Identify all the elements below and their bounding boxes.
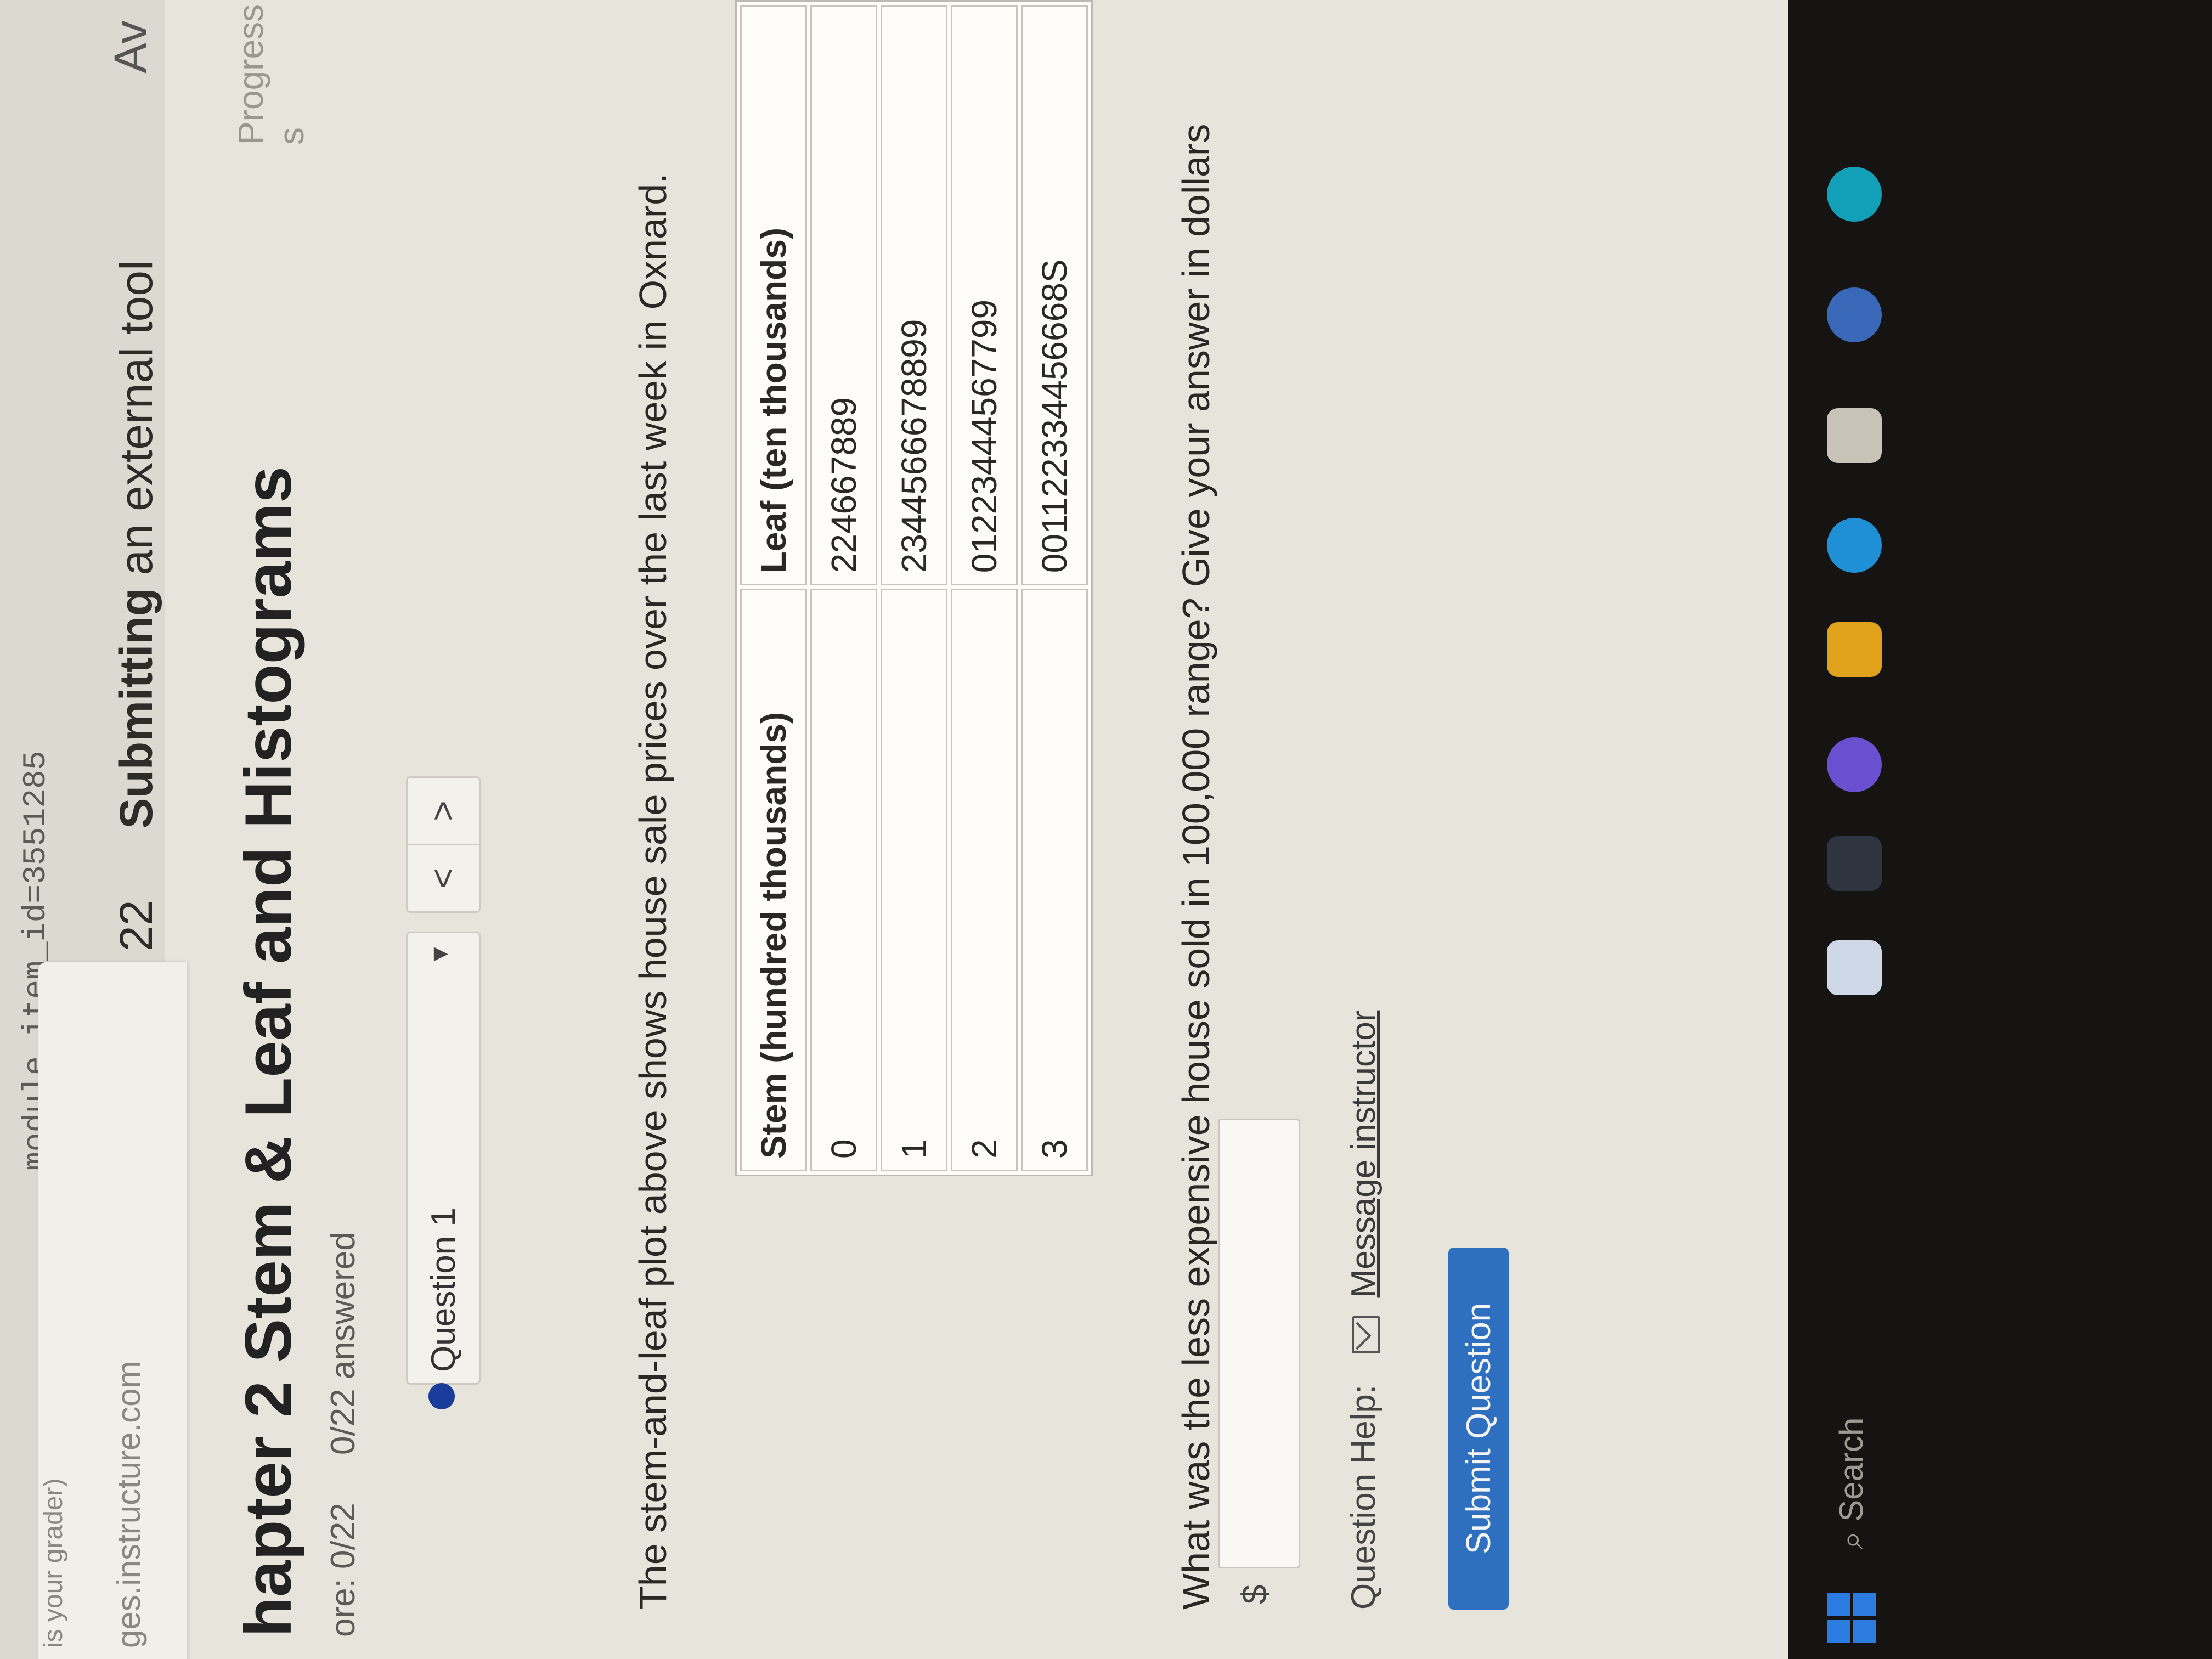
- question-text: What was the less expensive house sold i…: [1175, 123, 1217, 1610]
- stem-cell: 3: [1021, 589, 1088, 1171]
- table-row: 1 2344566678899: [881, 5, 947, 1171]
- unanswered-dot-icon: [428, 1383, 455, 1409]
- score-value: ore: 0/22: [324, 1503, 362, 1637]
- answer-input[interactable]: [1218, 1119, 1300, 1568]
- question-select[interactable]: Question 1 ▼: [406, 932, 481, 1409]
- teams-chat-icon[interactable]: [1827, 737, 1882, 792]
- table-row: 0 224667889: [810, 5, 877, 1171]
- module-number: 22: [110, 900, 162, 951]
- chrome-icon[interactable]: [1827, 287, 1882, 342]
- site-domain: ges.instructure.com: [110, 1361, 147, 1648]
- question-help-label: Question Help:: [1345, 1384, 1383, 1610]
- submit-question-button[interactable]: Submit Question: [1448, 1248, 1509, 1610]
- leaf-cell: 224667889: [810, 5, 877, 586]
- dropdown-card: is your grader) ges.instructure.com: [38, 962, 187, 1659]
- stem-cell: 2: [951, 589, 1018, 1171]
- file-explorer-icon[interactable]: [1827, 622, 1882, 677]
- external-tool-header: 22 Submitting an external tool Av: [105, 20, 163, 951]
- table-header-row: Stem (hundred thousands) Leaf (ten thous…: [740, 5, 807, 1171]
- message-instructor-link[interactable]: Message instructor: [1345, 1011, 1383, 1298]
- answered-count: 0/22 answered: [324, 1232, 362, 1455]
- score-summary: ore: 0/22 0/22 answered: [324, 1232, 363, 1637]
- widgets-icon[interactable]: [1827, 836, 1882, 891]
- submitting-label: Submitting: [110, 588, 162, 829]
- progress-link[interactable]: Progress s: [230, 0, 312, 145]
- taskbar-search-label: Search: [1833, 1417, 1870, 1522]
- search-icon: ⌕: [1833, 1531, 1870, 1549]
- currency-symbol: $: [1235, 1584, 1274, 1604]
- stem-leaf-table: Stem (hundred thousands) Leaf (ten thous…: [735, 0, 1093, 1176]
- leaf-cell: 001122334456668S: [1021, 5, 1088, 586]
- grader-note: is your grader): [39, 1478, 68, 1648]
- stem-cell: 0: [810, 589, 877, 1171]
- windows-start-icon[interactable]: [1827, 1593, 1876, 1643]
- table-row: 3 001122334456668S: [1021, 5, 1088, 1171]
- leaf-cell: 01223444567799: [951, 5, 1018, 586]
- leaf-header: Leaf (ten thousands): [740, 5, 807, 586]
- store-icon[interactable]: [1827, 408, 1882, 463]
- table-row: 2 01223444567799: [951, 5, 1018, 1171]
- leaf-cell: 2344566678899: [881, 5, 947, 586]
- cortana-icon[interactable]: [1827, 167, 1882, 222]
- question-prompt: The stem-and-leaf plot above shows house…: [631, 173, 674, 1610]
- edge-browser-icon[interactable]: [1827, 518, 1882, 573]
- caret-down-icon: ▼: [426, 942, 453, 966]
- question-help: Question Help: Message instructor: [1344, 1011, 1383, 1610]
- screen: module_item_id=3551285 is your grader) g…: [0, 0, 2212, 1659]
- external-tool-label: an external tool: [110, 260, 162, 575]
- task-view-icon[interactable]: [1827, 940, 1882, 995]
- available-label: Av: [105, 20, 156, 74]
- previous-question-button[interactable]: <: [406, 844, 481, 913]
- taskbar: ⌕ Search: [1788, 0, 2212, 1659]
- next-question-button[interactable]: >: [406, 776, 481, 845]
- stem-header: Stem (hundred thousands): [740, 589, 807, 1171]
- taskbar-search[interactable]: ⌕ Search: [1832, 1418, 1871, 1549]
- question-select-label: Question 1: [425, 1207, 462, 1372]
- page-title: hapter 2 Stem & Leaf and Histograms: [232, 466, 305, 1637]
- stem-cell: 1: [881, 589, 947, 1171]
- envelope-icon: [1351, 1316, 1380, 1353]
